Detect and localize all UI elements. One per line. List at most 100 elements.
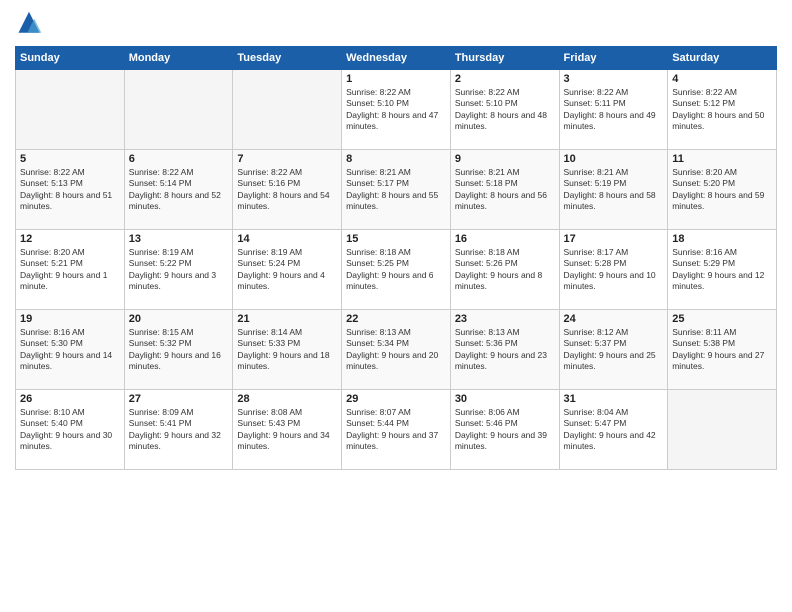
calendar-cell: 25Sunrise: 8:11 AM Sunset: 5:38 PM Dayli… xyxy=(668,310,777,390)
day-number: 26 xyxy=(20,393,120,405)
week-row-5: 26 Sunrise: 8:10 AM Sunset: 5:40 PM Dayli… xyxy=(16,390,777,470)
calendar-cell: 22Sunrise: 8:13 AM Sunset: 5:34 PM Dayli… xyxy=(342,310,451,390)
day-info: Sunrise: 8:22 AM Sunset: 5:14 PM Dayligh… xyxy=(129,167,229,213)
calendar-cell: 21 Sunrise: 8:14 AM Sunset: 5:33 PM Dayli… xyxy=(233,310,342,390)
day-number: 11 xyxy=(672,153,772,165)
day-number: 30 xyxy=(455,393,555,405)
calendar-cell: 26 Sunrise: 8:10 AM Sunset: 5:40 PM Dayli… xyxy=(16,390,125,470)
day-info: Sunrise: 8:14 AM Sunset: 5:33 PM Dayligh… xyxy=(237,327,337,373)
day-number: 13 xyxy=(129,233,229,245)
calendar-cell: 18Sunrise: 8:16 AM Sunset: 5:29 PM Dayli… xyxy=(668,230,777,310)
day-number: 27 xyxy=(129,393,229,405)
calendar-cell: 4 Sunrise: 8:22 AM Sunset: 5:12 PM Daylig… xyxy=(668,70,777,150)
day-info: Sunrise: 8:13 AM Sunset: 5:36 PM Dayligh… xyxy=(455,327,555,373)
day-info: Sunrise: 8:07 AM Sunset: 5:44 PM Dayligh… xyxy=(346,407,446,453)
calendar-table: SundayMondayTuesdayWednesdayThursdayFrid… xyxy=(15,46,777,470)
day-info: Sunrise: 8:15 AM Sunset: 5:32 PM Dayligh… xyxy=(129,327,229,373)
calendar-cell: 15 Sunrise: 8:18 AM Sunset: 5:25 PM Dayli… xyxy=(342,230,451,310)
day-info: Sunrise: 8:22 AM Sunset: 5:10 PM Dayligh… xyxy=(346,87,446,133)
day-number: 17 xyxy=(564,233,664,245)
day-info: Sunrise: 8:19 AM Sunset: 5:22 PM Dayligh… xyxy=(129,247,229,293)
day-info: Sunrise: 8:16 AM Sunset: 5:30 PM Dayligh… xyxy=(20,327,120,373)
day-info: Sunrise: 8:21 AM Sunset: 5:19 PM Dayligh… xyxy=(564,167,664,213)
day-number: 3 xyxy=(564,73,664,85)
weekday-wednesday: Wednesday xyxy=(342,47,451,70)
calendar-cell xyxy=(124,70,233,150)
day-info: Sunrise: 8:21 AM Sunset: 5:17 PM Dayligh… xyxy=(346,167,446,213)
weekday-header-row: SundayMondayTuesdayWednesdayThursdayFrid… xyxy=(16,47,777,70)
day-info: Sunrise: 8:18 AM Sunset: 5:25 PM Dayligh… xyxy=(346,247,446,293)
calendar-cell: 19 Sunrise: 8:16 AM Sunset: 5:30 PM Dayli… xyxy=(16,310,125,390)
header xyxy=(15,10,777,38)
calendar-cell: 30 Sunrise: 8:06 AM Sunset: 5:46 PM Dayli… xyxy=(450,390,559,470)
calendar-cell: 6 Sunrise: 8:22 AM Sunset: 5:14 PM Daylig… xyxy=(124,150,233,230)
calendar-cell: 17Sunrise: 8:17 AM Sunset: 5:28 PM Dayli… xyxy=(559,230,668,310)
week-row-1: 1 Sunrise: 8:22 AM Sunset: 5:10 PM Daylig… xyxy=(16,70,777,150)
calendar-cell: 2 Sunrise: 8:22 AM Sunset: 5:10 PM Daylig… xyxy=(450,70,559,150)
day-number: 7 xyxy=(237,153,337,165)
day-number: 12 xyxy=(20,233,120,245)
weekday-monday: Monday xyxy=(124,47,233,70)
calendar-cell xyxy=(668,390,777,470)
day-number: 21 xyxy=(237,313,337,325)
day-number: 6 xyxy=(129,153,229,165)
day-info: Sunrise: 8:18 AM Sunset: 5:26 PM Dayligh… xyxy=(455,247,555,293)
week-row-3: 12 Sunrise: 8:20 AM Sunset: 5:21 PM Dayli… xyxy=(16,230,777,310)
day-number: 19 xyxy=(20,313,120,325)
day-info: Sunrise: 8:20 AM Sunset: 5:20 PM Dayligh… xyxy=(672,167,772,213)
day-number: 28 xyxy=(237,393,337,405)
calendar-cell: 20 Sunrise: 8:15 AM Sunset: 5:32 PM Dayli… xyxy=(124,310,233,390)
day-info: Sunrise: 8:22 AM Sunset: 5:12 PM Dayligh… xyxy=(672,87,772,133)
day-number: 29 xyxy=(346,393,446,405)
day-number: 14 xyxy=(237,233,337,245)
day-info: Sunrise: 8:04 AM Sunset: 5:47 PM Dayligh… xyxy=(564,407,664,453)
logo-icon xyxy=(15,10,43,38)
day-info: Sunrise: 8:22 AM Sunset: 5:10 PM Dayligh… xyxy=(455,87,555,133)
calendar-cell: 23 Sunrise: 8:13 AM Sunset: 5:36 PM Dayli… xyxy=(450,310,559,390)
day-number: 4 xyxy=(672,73,772,85)
weekday-tuesday: Tuesday xyxy=(233,47,342,70)
calendar-cell xyxy=(233,70,342,150)
weekday-thursday: Thursday xyxy=(450,47,559,70)
weekday-saturday: Saturday xyxy=(668,47,777,70)
day-info: Sunrise: 8:10 AM Sunset: 5:40 PM Dayligh… xyxy=(20,407,120,453)
day-number: 24 xyxy=(564,313,664,325)
calendar-cell: 16 Sunrise: 8:18 AM Sunset: 5:26 PM Dayli… xyxy=(450,230,559,310)
calendar-cell xyxy=(16,70,125,150)
day-number: 18 xyxy=(672,233,772,245)
calendar-cell: 14Sunrise: 8:19 AM Sunset: 5:24 PM Dayli… xyxy=(233,230,342,310)
day-number: 15 xyxy=(346,233,446,245)
logo xyxy=(15,10,47,38)
page: SundayMondayTuesdayWednesdayThursdayFrid… xyxy=(0,0,792,612)
calendar-cell: 3 Sunrise: 8:22 AM Sunset: 5:11 PM Daylig… xyxy=(559,70,668,150)
day-number: 1 xyxy=(346,73,446,85)
calendar-cell: 1 Sunrise: 8:22 AM Sunset: 5:10 PM Daylig… xyxy=(342,70,451,150)
day-number: 31 xyxy=(564,393,664,405)
day-info: Sunrise: 8:21 AM Sunset: 5:18 PM Dayligh… xyxy=(455,167,555,213)
day-number: 8 xyxy=(346,153,446,165)
calendar-cell: 29 Sunrise: 8:07 AM Sunset: 5:44 PM Dayli… xyxy=(342,390,451,470)
day-info: Sunrise: 8:22 AM Sunset: 5:11 PM Dayligh… xyxy=(564,87,664,133)
calendar-cell: 5Sunrise: 8:22 AM Sunset: 5:13 PM Daylig… xyxy=(16,150,125,230)
day-info: Sunrise: 8:12 AM Sunset: 5:37 PM Dayligh… xyxy=(564,327,664,373)
day-number: 5 xyxy=(20,153,120,165)
calendar-cell: 31 Sunrise: 8:04 AM Sunset: 5:47 PM Dayli… xyxy=(559,390,668,470)
calendar-cell: 7 Sunrise: 8:22 AM Sunset: 5:16 PM Daylig… xyxy=(233,150,342,230)
week-row-4: 19 Sunrise: 8:16 AM Sunset: 5:30 PM Dayli… xyxy=(16,310,777,390)
calendar-cell: 27 Sunrise: 8:09 AM Sunset: 5:41 PM Dayli… xyxy=(124,390,233,470)
day-number: 23 xyxy=(455,313,555,325)
day-number: 2 xyxy=(455,73,555,85)
day-info: Sunrise: 8:08 AM Sunset: 5:43 PM Dayligh… xyxy=(237,407,337,453)
calendar-cell: 10Sunrise: 8:21 AM Sunset: 5:19 PM Dayli… xyxy=(559,150,668,230)
day-number: 20 xyxy=(129,313,229,325)
day-number: 16 xyxy=(455,233,555,245)
day-number: 22 xyxy=(346,313,446,325)
calendar-cell: 9Sunrise: 8:21 AM Sunset: 5:18 PM Daylig… xyxy=(450,150,559,230)
day-info: Sunrise: 8:20 AM Sunset: 5:21 PM Dayligh… xyxy=(20,247,120,293)
weekday-sunday: Sunday xyxy=(16,47,125,70)
calendar-cell: 28 Sunrise: 8:08 AM Sunset: 5:43 PM Dayli… xyxy=(233,390,342,470)
day-info: Sunrise: 8:09 AM Sunset: 5:41 PM Dayligh… xyxy=(129,407,229,453)
day-info: Sunrise: 8:22 AM Sunset: 5:16 PM Dayligh… xyxy=(237,167,337,213)
day-info: Sunrise: 8:06 AM Sunset: 5:46 PM Dayligh… xyxy=(455,407,555,453)
calendar-cell: 11 Sunrise: 8:20 AM Sunset: 5:20 PM Dayli… xyxy=(668,150,777,230)
